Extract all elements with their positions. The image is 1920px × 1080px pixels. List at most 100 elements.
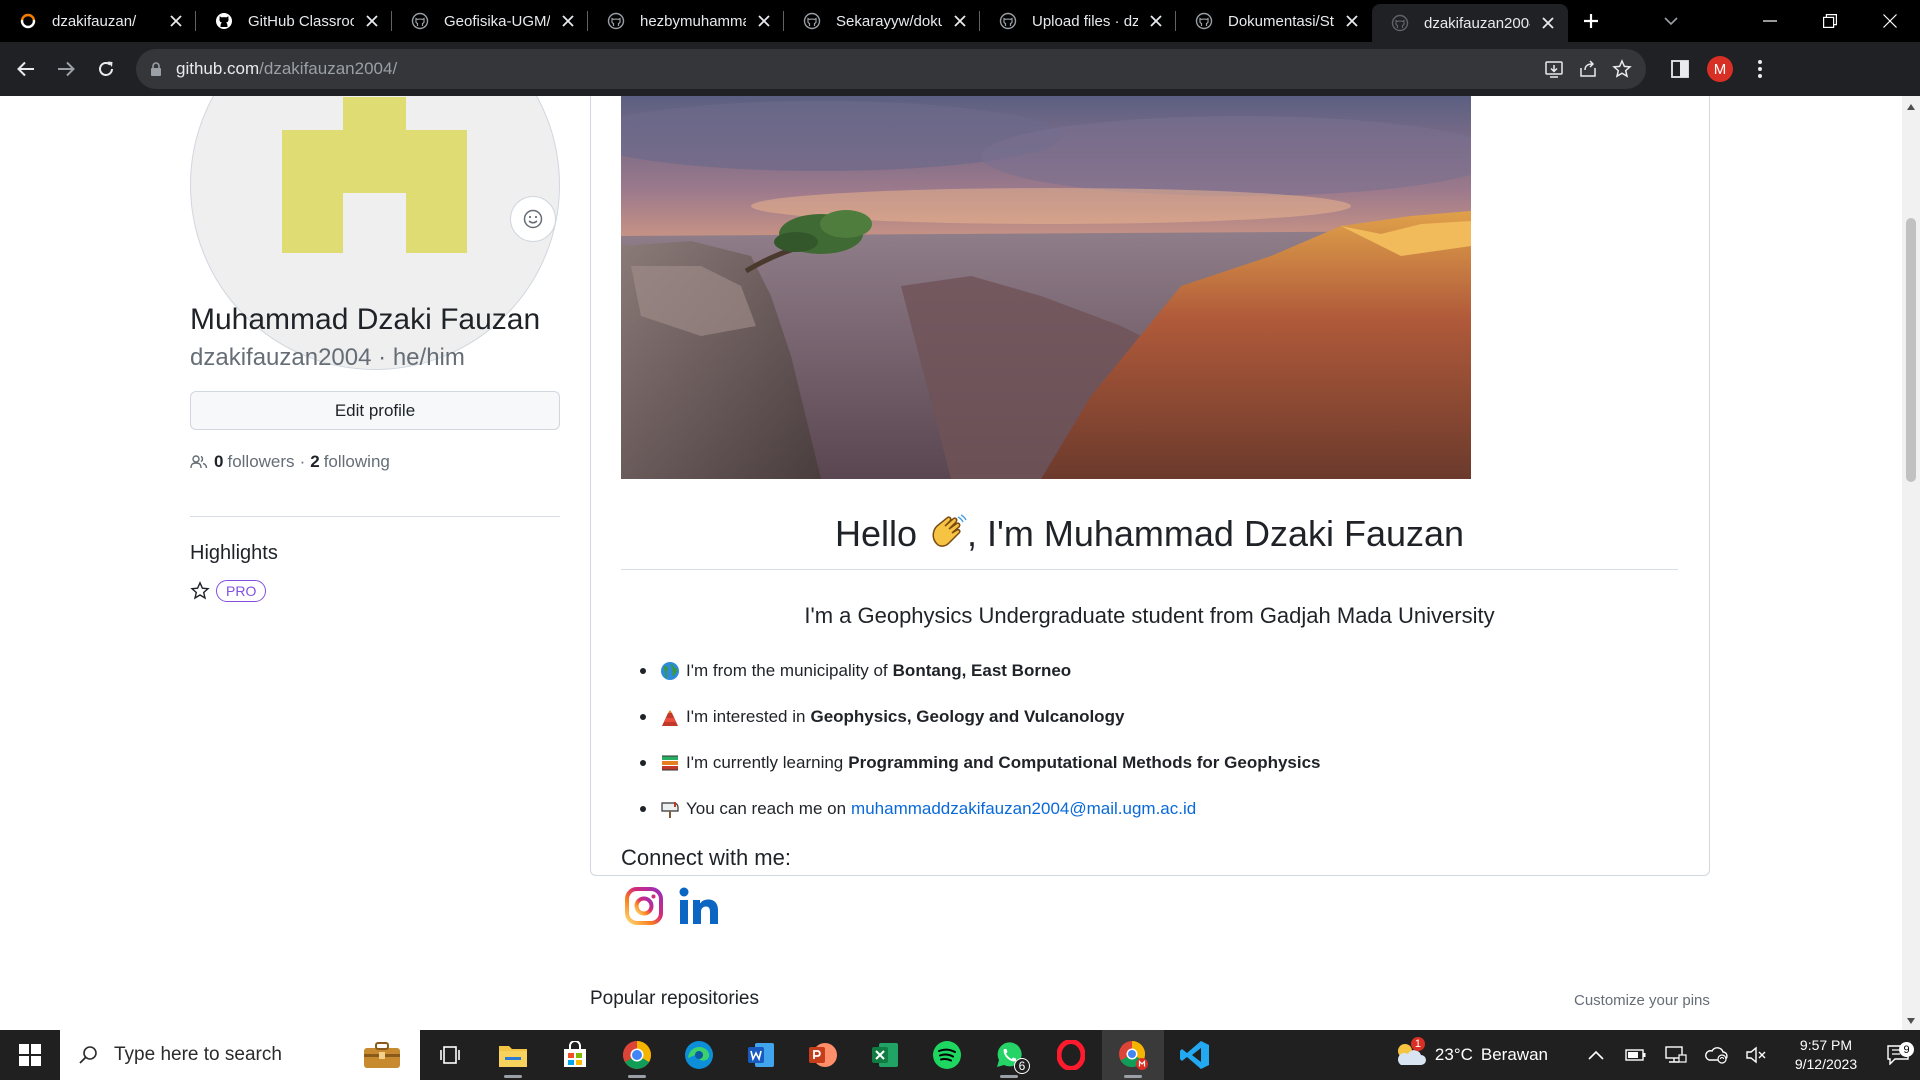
notification-center-button[interactable]: 9 (1876, 1042, 1920, 1065)
restore-button[interactable] (1800, 0, 1860, 42)
word-app[interactable] (730, 1030, 792, 1080)
plus-icon (1584, 14, 1598, 28)
linkedin-icon[interactable] (678, 886, 720, 926)
github-icon (1194, 11, 1214, 31)
page-scrollbar[interactable] (1902, 96, 1920, 1030)
scroll-up-arrow-icon[interactable] (1907, 104, 1915, 110)
browser-tab[interactable]: GitHub Classroom (196, 0, 392, 42)
menu-button[interactable] (1740, 49, 1780, 89)
customize-pins-link[interactable]: Customize your pins (1574, 992, 1710, 1009)
close-icon[interactable] (950, 11, 970, 31)
install-app-icon[interactable] (1544, 59, 1564, 79)
browser-tab[interactable]: dzakifauzan/ (0, 0, 196, 42)
tab-title: hezbymuhammac (640, 12, 746, 30)
restore-icon (1823, 14, 1837, 28)
scrollbar-thumb[interactable] (1906, 218, 1916, 482)
show-hidden-icons-button[interactable] (1576, 1050, 1616, 1060)
vscode-app[interactable] (1164, 1030, 1226, 1080)
file-explorer-app[interactable] (482, 1030, 544, 1080)
following-link[interactable]: 2 following (310, 452, 390, 472)
scroll-down-arrow-icon[interactable] (1907, 1018, 1915, 1024)
instagram-icon[interactable] (624, 886, 664, 926)
chrome-app[interactable] (606, 1030, 668, 1080)
edit-profile-button[interactable]: Edit profile (190, 391, 560, 430)
readme-title: Hello , I'm Muhammad Dzaki Fauzan (621, 512, 1678, 555)
follow-stats: 0 followers · 2 following (190, 452, 390, 472)
address-bar[interactable]: github.com/dzakifauzan2004/ (136, 49, 1646, 89)
whatsapp-app[interactable]: 6 (978, 1030, 1040, 1080)
readme-subtitle: I'm a Geophysics Undergraduate student f… (804, 603, 1495, 628)
close-icon (1883, 14, 1897, 28)
close-icon[interactable] (362, 11, 382, 31)
start-button[interactable] (0, 1030, 60, 1080)
readme-title-suffix: , I'm Muhammad Dzaki Fauzan (967, 513, 1465, 554)
profile-button[interactable]: M (1700, 49, 1740, 89)
reload-button[interactable] (86, 49, 126, 89)
tab-title: GitHub Classroom (248, 12, 354, 30)
clock-date: 9/12/2023 (1794, 1056, 1858, 1072)
minimize-button[interactable] (1740, 0, 1800, 42)
chrome-profile-app[interactable] (1102, 1030, 1164, 1080)
spotify-app[interactable] (916, 1030, 978, 1080)
bullet-text: I'm interested in (686, 707, 806, 726)
browser-tab[interactable]: Geofisika-UGM/p (392, 0, 588, 42)
system-tray: 1 23°C Berawan 9:57 PM 9/12/2023 9 (1393, 1030, 1920, 1080)
bullet-text: You can reach me on (686, 799, 847, 818)
network-button[interactable] (1656, 1045, 1696, 1065)
close-icon[interactable] (166, 11, 186, 31)
star-icon (190, 581, 210, 600)
browser-tab-active[interactable]: dzakifauzan2004 (1372, 4, 1568, 42)
close-icon[interactable] (754, 11, 774, 31)
set-status-button[interactable] (510, 196, 556, 242)
volume-button[interactable] (1736, 1046, 1776, 1064)
side-panel-button[interactable] (1660, 49, 1700, 89)
github-icon (1390, 13, 1410, 33)
browser-tab[interactable]: Sekarayyw/dokun (784, 0, 980, 42)
browser-tab[interactable]: Dokumentasi/Sta (1176, 0, 1372, 42)
weather-widget[interactable]: 1 23°C Berawan (1393, 1037, 1548, 1069)
microsoft-store-app[interactable] (544, 1030, 606, 1080)
list-item: I'm currently learning Programming and C… (640, 740, 1321, 786)
browser-tab-strip: dzakifauzan/ GitHub Classroom Geofisika-… (0, 0, 1920, 42)
browser-tab[interactable]: hezbymuhammac (588, 0, 784, 42)
excel-app[interactable] (854, 1030, 916, 1080)
folder-icon (499, 1046, 527, 1067)
close-icon[interactable] (558, 11, 578, 31)
tab-search-button[interactable] (1648, 0, 1694, 42)
powerpoint-app[interactable] (792, 1030, 854, 1080)
followers-link[interactable]: 0 followers (214, 452, 295, 472)
list-item: You can reach me on muhammaddzakifauzan2… (640, 786, 1321, 832)
search-placeholder: Type here to search (114, 1044, 282, 1065)
readme-bullet-list: I'm from the municipality of Bontang, Ea… (640, 648, 1321, 832)
tab-title: dzakifauzan2004 (1424, 14, 1530, 32)
pro-badge[interactable]: PRO (216, 580, 267, 602)
side-panel-icon (1671, 60, 1689, 78)
close-icon[interactable] (1146, 11, 1166, 31)
taskbar-search-box[interactable]: Type here to search (60, 1030, 420, 1080)
new-tab-button[interactable] (1568, 0, 1614, 42)
books-icon (660, 753, 680, 773)
email-link[interactable]: muhammaddzakifauzan2004@mail.ugm.ac.id (851, 799, 1196, 819)
battery-button[interactable] (1616, 1048, 1656, 1062)
followers-label: followers (227, 452, 295, 471)
share-icon[interactable] (1578, 59, 1598, 79)
cloud-sync-icon (1705, 1047, 1728, 1064)
close-window-button[interactable] (1860, 0, 1920, 42)
notification-count: 9 (1899, 1042, 1914, 1057)
back-button[interactable] (6, 49, 46, 89)
briefcase-icon (364, 1042, 400, 1068)
whatsapp-badge: 6 (1014, 1058, 1030, 1074)
onedrive-button[interactable] (1696, 1046, 1736, 1064)
clock-time: 9:57 PM (1799, 1037, 1853, 1053)
browser-tab[interactable]: Upload files · dzal (980, 0, 1176, 42)
bookmark-star-icon[interactable] (1612, 59, 1632, 79)
forward-button[interactable] (46, 49, 86, 89)
clock[interactable]: 9:57 PM 9/12/2023 (1776, 1036, 1876, 1074)
opera-app[interactable] (1040, 1030, 1102, 1080)
edge-app[interactable] (668, 1030, 730, 1080)
task-view-icon (440, 1046, 460, 1064)
close-icon[interactable] (1538, 13, 1558, 33)
close-icon[interactable] (1342, 11, 1362, 31)
chrome-icon (1119, 1040, 1148, 1070)
task-view-button[interactable] (420, 1030, 482, 1080)
